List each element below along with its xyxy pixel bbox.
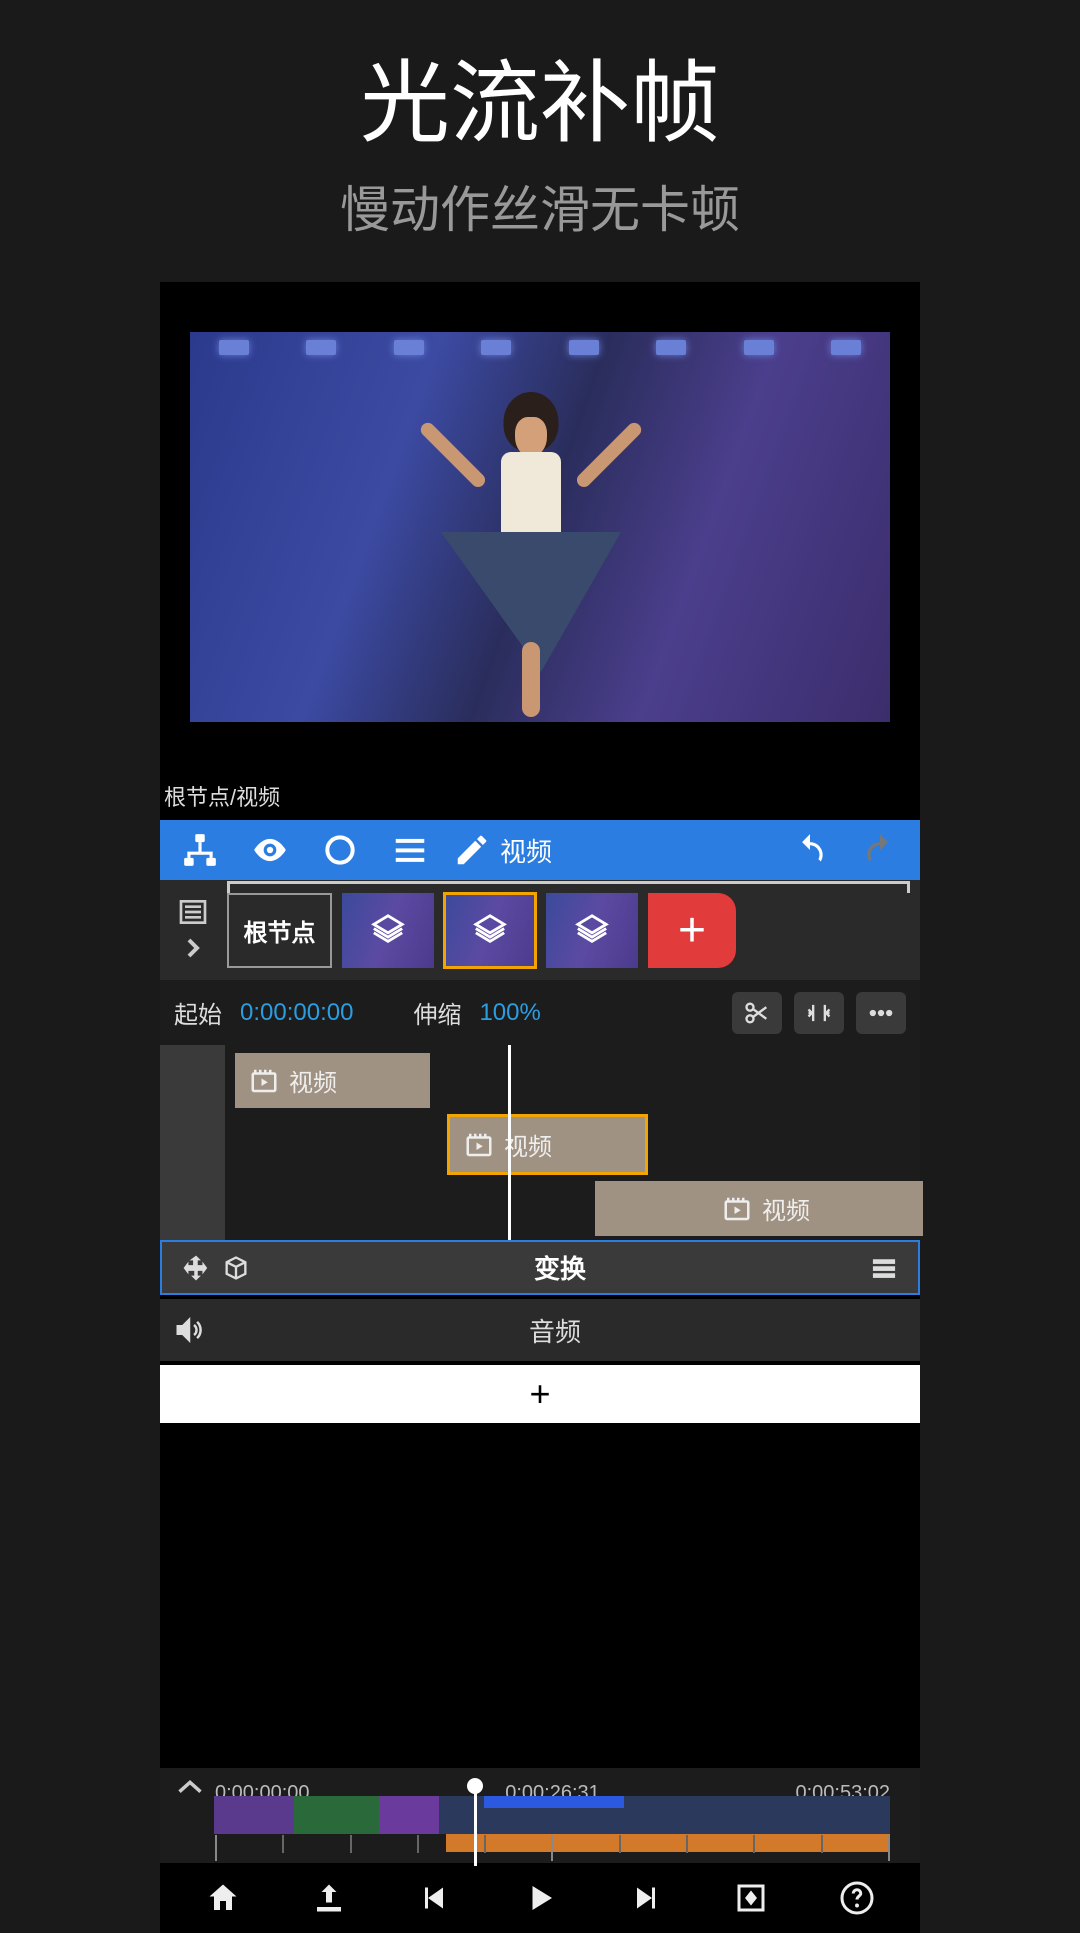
pencil-icon[interactable]	[450, 820, 494, 880]
step-forward-button[interactable]	[616, 1868, 676, 1928]
bottom-nav	[160, 1863, 920, 1933]
track-clip-1[interactable]: 视频	[235, 1053, 430, 1108]
trim-button[interactable]	[794, 992, 844, 1034]
breadcrumb[interactable]: 根节点/视频	[160, 772, 920, 820]
clip-thumb-3[interactable]	[546, 893, 638, 968]
start-value[interactable]: 0:00:00:00	[240, 999, 353, 1027]
more-icon	[867, 999, 895, 1027]
trim-icon	[805, 999, 833, 1027]
layers-icon	[473, 913, 507, 947]
clip-thumb-2[interactable]	[444, 893, 536, 968]
root-node-button[interactable]: 根节点	[227, 893, 332, 968]
keyframe-button[interactable]	[721, 1868, 781, 1928]
track-label: 视频	[762, 1191, 810, 1226]
clip-strip: 根节点 +	[160, 880, 920, 980]
menu-icon[interactable]	[380, 820, 440, 880]
play-button[interactable]	[510, 1868, 570, 1928]
page-title: 光流补帧	[0, 0, 1080, 160]
layers-icon	[371, 913, 405, 947]
track-label: 视频	[504, 1127, 552, 1162]
track-clip-3[interactable]: 视频	[595, 1181, 923, 1236]
play-icon	[522, 1880, 558, 1916]
keyframe-icon	[733, 1880, 769, 1916]
preview-frame	[190, 332, 890, 722]
layers-icon	[575, 913, 609, 947]
add-track-button[interactable]: +	[160, 1365, 920, 1423]
main-toolbar: 视频	[160, 820, 920, 880]
circle-icon[interactable]	[310, 820, 370, 880]
transform-bar[interactable]: 变换	[160, 1240, 920, 1295]
step-forward-icon	[628, 1880, 664, 1916]
help-button[interactable]	[827, 1868, 887, 1928]
transform-title: 变换	[256, 1249, 864, 1286]
undo-icon[interactable]	[780, 820, 840, 880]
help-icon	[839, 1880, 875, 1916]
clip-properties-bar: 起始 0:00:00:00 伸缩 100%	[160, 980, 920, 1045]
edit-mode-label: 视频	[500, 832, 552, 869]
video-clip-icon	[249, 1066, 279, 1096]
mini-timeline[interactable]: 0:00:00:00 0:00:26:31 0:00:53:02	[160, 1768, 920, 1863]
video-clip-icon	[464, 1130, 494, 1160]
playhead[interactable]	[508, 1045, 511, 1240]
scale-value[interactable]: 100%	[479, 999, 540, 1027]
empty-area	[160, 1423, 920, 1768]
video-clip-icon	[722, 1194, 752, 1224]
chevron-up-icon	[176, 1778, 204, 1796]
step-back-icon	[416, 1880, 452, 1916]
home-button[interactable]	[193, 1868, 253, 1928]
cube-icon[interactable]	[216, 1254, 256, 1282]
timeline-tracks[interactable]: 视频 视频 视频	[160, 1045, 920, 1240]
scissors-icon	[743, 999, 771, 1027]
visibility-icon[interactable]	[240, 820, 300, 880]
list-icon	[177, 896, 209, 928]
mini-playhead[interactable]	[474, 1786, 477, 1866]
track-label: 视频	[289, 1063, 337, 1098]
hierarchy-icon[interactable]	[170, 820, 230, 880]
more-button[interactable]	[856, 992, 906, 1034]
step-back-button[interactable]	[404, 1868, 464, 1928]
export-icon	[311, 1880, 347, 1916]
add-clip-button[interactable]: +	[648, 893, 736, 968]
clip-thumb-1[interactable]	[342, 893, 434, 968]
start-label: 起始	[174, 995, 222, 1030]
export-button[interactable]	[299, 1868, 359, 1928]
editor-panel: 根节点/视频 视频	[160, 282, 920, 1933]
cut-button[interactable]	[732, 992, 782, 1034]
redo-icon[interactable]	[850, 820, 910, 880]
home-icon	[205, 1880, 241, 1916]
video-preview[interactable]	[160, 282, 920, 772]
track-clip-2[interactable]: 视频	[450, 1117, 645, 1172]
audio-bar[interactable]: 音频	[160, 1299, 920, 1361]
scale-label: 伸缩	[413, 995, 461, 1030]
expand-timeline-button[interactable]	[170, 1772, 210, 1802]
audio-title: 音频	[204, 1312, 906, 1349]
dancer-figure	[441, 362, 621, 722]
menu-icon[interactable]	[864, 1254, 904, 1282]
strip-side-toggle[interactable]	[160, 884, 225, 976]
chevron-right-icon	[177, 932, 209, 964]
speaker-icon	[174, 1315, 204, 1345]
strip-ruler	[227, 881, 910, 884]
move-icon[interactable]	[176, 1254, 216, 1282]
page-subtitle: 慢动作丝滑无卡顿	[0, 170, 1080, 242]
